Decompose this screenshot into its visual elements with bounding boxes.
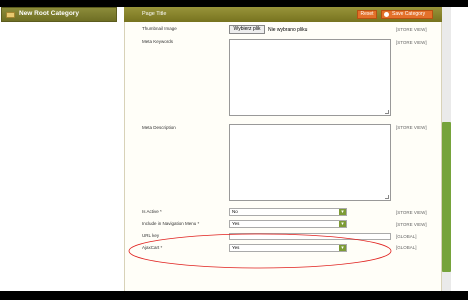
- meta-keywords-textarea[interactable]: [229, 39, 391, 116]
- meta-keywords-label: Meta Keywords: [142, 39, 174, 44]
- is-active-scope: [STORE VIEW]: [396, 210, 427, 215]
- is-active-label: Is Active *: [142, 209, 162, 214]
- resize-grip-icon[interactable]: [385, 110, 389, 114]
- chevron-down-icon: ▾: [339, 221, 346, 227]
- category-tree-root[interactable]: New Root Category: [1, 7, 117, 22]
- is-active-select[interactable]: No ▾: [229, 208, 347, 216]
- include-nav-scope: [STORE VIEW]: [396, 222, 427, 227]
- save-icon: [384, 12, 389, 17]
- folder-icon: [6, 12, 15, 18]
- resize-grip-icon[interactable]: [385, 195, 389, 199]
- thumbnail-scope: [STORE VIEW]: [396, 27, 427, 32]
- thumbnail-label: Thumbnail Image: [142, 26, 177, 31]
- save-category-button[interactable]: Save Category: [381, 10, 433, 19]
- include-nav-select[interactable]: Yes ▾: [229, 220, 347, 228]
- url-key-scope: [GLOBAL]: [396, 234, 417, 239]
- red-highlight-ellipse: [128, 233, 392, 269]
- save-button-label: Save Category: [392, 11, 426, 17]
- top-black-bar: [0, 0, 468, 7]
- is-active-value: No: [232, 209, 238, 214]
- file-status: Nie wybrano pliku: [268, 27, 308, 33]
- include-nav-label: Include in Navigation Menu *: [142, 221, 200, 226]
- ajaxcart-scope: [GLOBAL]: [396, 245, 417, 250]
- reset-button[interactable]: Reset: [357, 10, 377, 19]
- choose-file-button[interactable]: Wybierz plik: [229, 25, 265, 34]
- meta-description-label: Meta Description: [142, 125, 176, 130]
- meta-description-textarea[interactable]: [229, 124, 391, 201]
- bottom-black-bar: [0, 291, 468, 300]
- include-nav-value: Yes: [232, 221, 240, 226]
- category-name: New Root Category: [19, 10, 79, 17]
- meta-description-scope: [STORE VIEW]: [396, 125, 427, 130]
- chevron-down-icon: ▾: [339, 209, 346, 215]
- meta-keywords-scope: [STORE VIEW]: [396, 40, 427, 45]
- scrollbar-thumb[interactable]: [442, 122, 451, 272]
- page-title-label: Page Title: [142, 11, 167, 17]
